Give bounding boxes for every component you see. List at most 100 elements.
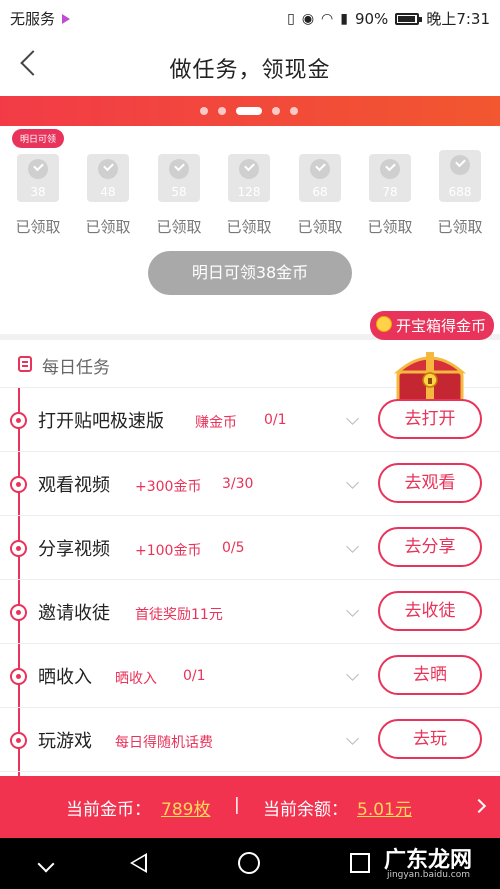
task-action-button[interactable]: 去收徒 — [378, 591, 482, 631]
task-row: 晒收入 晒收入 0/1 去晒 — [0, 644, 500, 708]
task-dot-icon — [10, 476, 27, 493]
day-coins: 48 — [100, 185, 116, 199]
vibrate-icon: ▯ — [287, 10, 295, 27]
task-progress: 0/5 — [222, 540, 245, 556]
media-play-icon — [62, 13, 71, 24]
task-name: 分享视频 — [38, 539, 110, 560]
balance-bar[interactable]: 当前金币： 789枚 | 当前余额： 5.01元 — [0, 776, 500, 838]
task-name: 邀请收徒 — [38, 603, 110, 624]
day-coins: 58 — [171, 185, 187, 199]
checkin-section: 明日可领 38 已领取 48 已领取 58 已领取 128 已领取 68 已领取… — [0, 126, 500, 334]
carousel-dot[interactable] — [218, 107, 226, 115]
chevron-down-icon[interactable] — [346, 732, 359, 745]
coin-box-icon: 58 — [158, 154, 200, 202]
task-name: 晒收入 — [38, 667, 92, 688]
task-action-button[interactable]: 去打开 — [378, 399, 482, 439]
nav-collapse-icon[interactable] — [37, 855, 55, 873]
check-icon — [380, 159, 400, 179]
coin-box-icon: 68 — [299, 154, 341, 202]
carousel-dot[interactable] — [290, 107, 298, 115]
coin-box-icon: 688 — [439, 150, 481, 202]
check-icon — [239, 159, 259, 179]
carousel-dot[interactable] — [200, 107, 208, 115]
task-row: 打开贴吧极速版 赚金币 0/1 去打开 — [0, 388, 500, 452]
task-action-button[interactable]: 去分享 — [378, 527, 482, 567]
coin-box-icon: 38 — [17, 154, 59, 202]
task-action-button[interactable]: 去玩 — [378, 719, 482, 759]
system-nav-bar: 广东龙网 jingyan.baidu.com — [0, 838, 500, 889]
balance-label: 当前余额： — [263, 800, 348, 820]
task-reward: 赚金币 — [195, 415, 237, 431]
checkin-day: 38 已领取 — [10, 154, 66, 237]
task-dot-icon — [10, 604, 27, 621]
task-row: 邀请收徒 首徒奖励11元 去收徒 — [0, 580, 500, 644]
checkin-day: 78 已领取 — [362, 154, 418, 237]
check-icon — [450, 155, 470, 175]
checkin-button[interactable]: 明日可领38金币 — [148, 251, 352, 295]
battery-icon — [395, 12, 423, 25]
open-chest-badge[interactable]: 开宝箱得金币 — [369, 311, 494, 340]
day-status: 已领取 — [367, 218, 413, 236]
task-name: 打开贴吧极速版 — [38, 411, 164, 432]
task-action-button[interactable]: 去晒 — [378, 655, 482, 695]
task-dot-icon — [10, 540, 27, 557]
chevron-down-icon[interactable] — [346, 540, 359, 553]
day-status: 已领取 — [15, 218, 61, 236]
task-reward: 晒收入 — [115, 671, 157, 687]
banner-carousel[interactable] — [0, 96, 500, 126]
task-name: 观看视频 — [38, 475, 110, 496]
signal-icon: ▮ — [340, 10, 348, 27]
daily-tasks-title: 每日任务 — [42, 358, 110, 378]
task-reward: 首徒奖励11元 — [135, 607, 223, 623]
coins-value[interactable]: 789枚 — [161, 795, 210, 820]
task-progress: 3/30 — [222, 476, 254, 492]
check-icon — [28, 159, 48, 179]
chevron-down-icon[interactable] — [346, 476, 359, 489]
coin-box-icon: 48 — [87, 154, 129, 202]
chest-badge-label: 开宝箱得金币 — [395, 317, 486, 335]
coins-label: 当前金币： — [66, 800, 151, 820]
task-name: 玩游戏 — [38, 731, 92, 752]
tomorrow-tag: 明日可领 — [12, 129, 65, 148]
carrier-text: 无服务 — [10, 10, 56, 28]
check-icon — [169, 159, 189, 179]
check-icon — [310, 159, 330, 179]
chevron-down-icon[interactable] — [346, 412, 359, 425]
day-coins: 78 — [382, 185, 398, 199]
day-status: 已领取 — [156, 218, 202, 236]
carousel-dot-active[interactable] — [236, 107, 262, 115]
checkin-day: 68 已领取 — [292, 154, 348, 237]
checkin-day: 128 已领取 — [221, 154, 277, 237]
task-reward: 每日得随机话费 — [115, 735, 213, 751]
carousel-dot[interactable] — [272, 107, 280, 115]
day-status: 已领取 — [226, 218, 272, 236]
task-action-button[interactable]: 去观看 — [378, 463, 482, 503]
day-coins: 688 — [448, 185, 472, 199]
chevron-down-icon[interactable] — [346, 604, 359, 617]
coin-box-icon: 78 — [369, 154, 411, 202]
task-row: 玩游戏 每日得随机话费 去玩 — [0, 708, 500, 772]
checkin-day: 48 已领取 — [80, 154, 136, 237]
wifi-icon: ◠ — [321, 10, 334, 27]
checkin-day: 688 已领取 — [432, 150, 488, 237]
day-coins: 128 — [237, 185, 261, 199]
nav-home-icon[interactable] — [238, 852, 260, 874]
balance-value[interactable]: 5.01元 — [357, 795, 412, 820]
status-bar: 无服务 ▯ ◉ ◠ ▮ 90% 晚上7:31 — [0, 0, 500, 34]
check-icon — [98, 159, 118, 179]
eye-icon: ◉ — [301, 10, 315, 27]
task-reward: +100金币 — [135, 543, 202, 559]
nav-recents-icon[interactable] — [350, 853, 370, 873]
page-title: 做任务，领现金 — [169, 58, 331, 83]
checkin-day: 58 已领取 — [151, 154, 207, 237]
day-status: 已领取 — [437, 218, 483, 236]
bar-separator: | — [234, 795, 240, 815]
chevron-down-icon[interactable] — [346, 668, 359, 681]
nav-back-icon[interactable] — [130, 853, 147, 873]
task-row: 观看视频 +300金币 3/30 去观看 — [0, 452, 500, 516]
coin-box-icon: 128 — [228, 154, 270, 202]
task-dot-icon — [10, 732, 27, 749]
task-row: 分享视频 +100金币 0/5 去分享 — [0, 516, 500, 580]
chevron-right-icon[interactable] — [471, 798, 487, 814]
day-status: 已领取 — [297, 218, 343, 236]
